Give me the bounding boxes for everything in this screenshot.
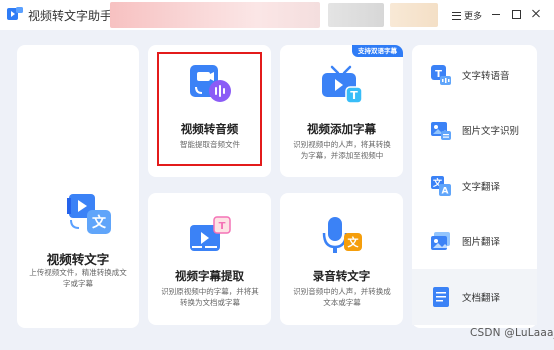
card-desc: 智能提取音频文件 [180,140,240,149]
more-menu-button[interactable]: 更多 [452,9,482,22]
svg-text:文: 文 [92,214,107,231]
side-item-label: 图片翻译 [462,237,501,248]
side-item-label: 文字转语音 [462,71,510,82]
card-title: 录音转文字 [312,269,371,283]
bilingual-badge: 支持双语字幕 [352,45,403,57]
video-to-audio-card[interactable]: 视频转音频 智能提取音频文件 [148,45,271,177]
document-translate-icon [433,287,449,307]
app-logo-icon [7,7,23,20]
subtitle-extract-icon: T [190,216,231,251]
video-to-text-icon: 文 [67,194,111,234]
minimize-button[interactable] [490,8,502,20]
side-item-label: 文字翻译 [462,182,501,193]
side-item-document-translate[interactable]: 文档翻译 [412,269,537,325]
microphone-icon: 文 [322,217,362,253]
video-add-subtitle-card[interactable]: 支持双语字幕 T 视频添加字幕 识别视频中的人声，将其转换为字幕，并添加至视频中 [280,45,403,177]
video-add-subtitle-icon: T [322,65,363,104]
side-item-image-translate[interactable]: 图片翻译 [412,213,537,269]
text-to-speech-icon: T [431,65,451,85]
side-tool-list: T 文字转语音 图片文字识别 文 A 文字翻译 图片翻译 文档翻译 [412,45,537,328]
card-desc: 上传视频文件，精准转换成文字或字幕 [29,268,127,288]
promo-banner-3[interactable] [390,3,438,27]
svg-text:T: T [350,89,358,102]
app-title: 视频转文字助手 [28,9,113,23]
card-desc: 识别音频中的人声，并转换成文本或字幕 [293,287,391,307]
card-desc: 识别视频中的人声，将其转换为字幕，并添加至视频中 [293,140,391,160]
watermark: CSDN @LuLaaa_ [470,327,554,339]
image-translate-icon [431,232,450,250]
svg-text:文: 文 [348,235,360,249]
more-label: 更多 [464,12,483,22]
side-item-text-translate[interactable]: 文 A 文字翻译 [412,158,537,214]
video-to-audio-icon [190,65,231,102]
card-title: 视频转文字 [46,252,110,267]
side-item-text-to-speech[interactable]: T 文字转语音 [412,47,537,103]
side-item-label: 文档翻译 [462,293,501,304]
svg-text:A: A [442,187,449,197]
side-item-image-ocr[interactable]: 图片文字识别 [412,102,537,158]
side-item-label: 图片文字识别 [462,126,520,137]
card-title: 视频转音频 [180,122,239,136]
audio-to-text-card[interactable]: 文 录音转文字 识别音频中的人声，并转换成文本或字幕 [280,193,403,325]
menu-icon [452,11,461,20]
close-button[interactable] [530,8,542,20]
maximize-button[interactable] [510,8,522,20]
promo-banner-2[interactable] [328,3,384,27]
card-title: 视频字幕提取 [175,269,244,283]
text-translate-icon: 文 A [431,176,451,197]
image-ocr-icon [431,122,451,140]
card-desc: 识别原视频中的字幕，并将其转换为文档或字幕 [161,287,259,307]
card-title: 视频添加字幕 [307,122,376,136]
video-to-text-card[interactable]: 文 视频转文字 上传视频文件，精准转换成文字或字幕 [17,45,139,328]
promo-banner[interactable] [110,2,320,28]
video-subtitle-extract-card[interactable]: T 视频字幕提取 识别原视频中的字幕，并将其转换为文档或字幕 [148,193,271,325]
title-bar: 视频转文字助手 更多 [0,0,554,30]
svg-text:T: T [219,221,226,232]
